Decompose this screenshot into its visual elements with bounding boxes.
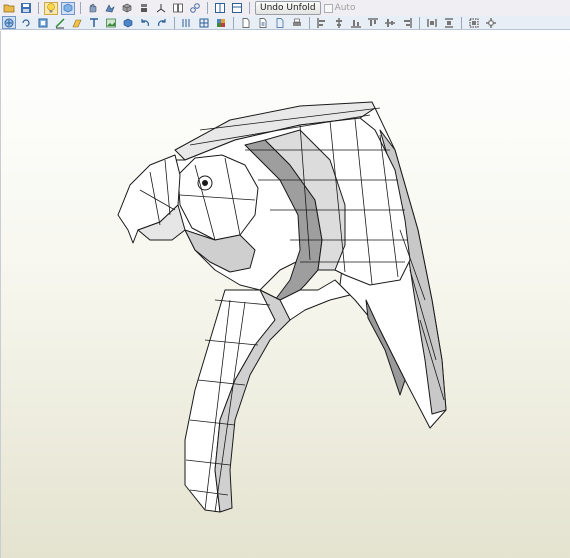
select-icon[interactable] [2,16,16,29]
toolbar-separator [249,2,250,14]
auto-checkbox-group[interactable]: Auto [323,3,356,13]
lightbulb-icon[interactable] [44,1,58,15]
align-right-icon[interactable] [400,16,414,29]
align-center-icon[interactable] [332,16,346,29]
move-part-icon[interactable] [36,16,50,29]
page-icon[interactable] [239,16,253,29]
auto-label: Auto [334,3,356,13]
image-icon[interactable] [104,16,118,29]
save-icon[interactable] [19,2,33,15]
text-icon[interactable] [87,16,101,29]
color-palette-icon[interactable] [214,16,228,29]
toolbar-separator [80,2,81,14]
join-icon[interactable] [121,16,135,29]
bird-head-mesh[interactable] [0,31,570,558]
edge-icon[interactable] [53,16,67,29]
bottom-toolbar [0,16,570,30]
arrange-icon[interactable] [484,16,498,29]
toolbar-separator [174,16,175,29]
fit-icon[interactable] [467,16,481,29]
toolbar-separator [461,16,462,29]
dual-window-icon[interactable] [230,2,244,15]
align-middle-icon[interactable] [383,16,397,29]
mesh-eye-pupil [202,180,208,186]
open-folder-icon[interactable] [2,2,16,15]
grid-icon[interactable] [197,16,211,29]
linked-view-icon[interactable] [188,2,202,15]
single-window-icon[interactable] [213,2,227,15]
auto-checkbox[interactable] [323,3,333,13]
cube-shaded-icon[interactable] [120,2,134,15]
toolbar-separator [38,2,39,14]
toolbar-separator [309,16,310,29]
align-bottom-icon[interactable] [349,16,363,29]
flap-icon[interactable] [70,16,84,29]
align-top-icon[interactable] [366,16,380,29]
cube-stack-icon[interactable] [137,2,151,15]
axis-icon[interactable] [154,2,168,15]
hand-rotate-icon[interactable] [86,2,100,15]
toolbar-separator [233,16,234,29]
undo-icon[interactable] [138,16,152,29]
cube-link-icon[interactable] [61,1,75,15]
distribute-h-icon[interactable] [425,16,439,29]
3d-viewport[interactable] [0,31,570,558]
export-icon[interactable] [273,16,287,29]
page-setup-icon[interactable] [256,16,270,29]
undo-unfold-button[interactable]: Undo Unfold [255,1,321,15]
top-toolbar: Undo Unfold Auto [0,0,570,16]
distribute-v-icon[interactable] [442,16,456,29]
print-icon[interactable] [290,16,304,29]
rotate-view-icon[interactable] [19,16,33,29]
pan-icon[interactable] [103,2,117,15]
edge-list-icon[interactable] [180,16,194,29]
split-view-icon[interactable] [171,2,185,15]
align-left-icon[interactable] [315,16,329,29]
toolbar-separator [207,2,208,14]
redo-icon[interactable] [155,16,169,29]
toolbar-separator [419,16,420,29]
